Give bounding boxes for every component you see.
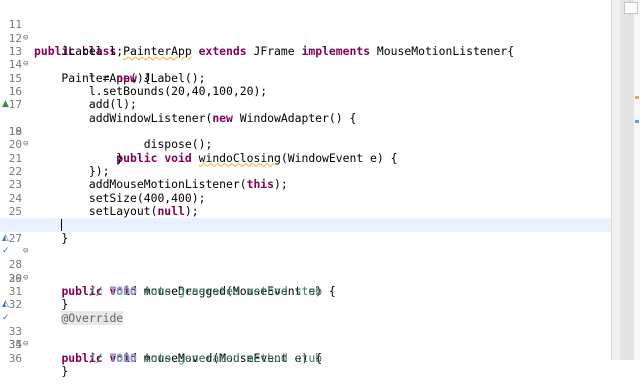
code-editor[interactable]: 11 ⊖ public class PainterApp extends JFr… (0, 0, 640, 378)
code-line-27[interactable]: 27 ⊖ (0, 218, 612, 256)
code-text: } (34, 363, 69, 378)
code-line-28[interactable]: ◭ 28 ⊖ public void mouseDragged(MouseEve… (0, 232, 612, 298)
code-line-32[interactable]: 32 @Override (0, 285, 612, 325)
task-marker[interactable] (635, 120, 639, 123)
code-line-17[interactable]: 17 addWindowListener(new WindowAdapter()… (0, 85, 612, 124)
code-text: // TODO Auto-generated method stub (88, 350, 323, 365)
overview-ruler[interactable] (634, 0, 640, 360)
code-line-33[interactable]: ◭ 33 ⊖ public void mouseMoved(MouseEvent… (0, 298, 612, 365)
code-line-18[interactable]: ▲ 18 ⊖ public void windoClosing(WindowEv… (0, 98, 612, 165)
line-number: 36 (8, 351, 22, 365)
warning-icon[interactable]: ▲ (2, 100, 11, 109)
code-line-26[interactable]: 26 } (0, 205, 612, 244)
code-line-24[interactable]: 24 setLayout(null); (0, 178, 612, 218)
override-icon[interactable]: ◭ (2, 233, 11, 243)
overview-corner-icon[interactable] (624, 2, 638, 14)
code-line-29[interactable]: ✓ 29 // TODO Auto-generated method stub (0, 245, 612, 298)
code-line-23[interactable]: 23 setSize(400,400); (0, 165, 612, 204)
code-line-14[interactable]: 14 l = new JLabel(); (0, 45, 612, 84)
code-line-16[interactable]: 16 add(l); (0, 72, 612, 111)
code-line-25[interactable]: 25 setVisible(true); (0, 192, 612, 231)
code-line-36[interactable]: 36 } (0, 338, 612, 378)
scroll-thumb[interactable] (620, 0, 634, 360)
code-line-11[interactable]: 11 ⊖ public class PainterApp extends JFr… (0, 5, 612, 57)
code-line-35[interactable]: 35 (0, 325, 612, 351)
code-line-31[interactable]: 31 } (0, 272, 612, 311)
override-icon[interactable]: ◭ (2, 300, 11, 309)
code-line-20[interactable]: 20 } (0, 125, 612, 164)
task-icon[interactable]: ✓ (2, 313, 11, 323)
code-line-13[interactable]: 13 ⊖ PainterApp(){ (0, 32, 612, 84)
code-line-22[interactable]: 22 addMouseMotionListener(this); (0, 152, 612, 191)
code-line-12[interactable]: 12 JLabel l; (0, 18, 612, 58)
task-icon[interactable]: ✓ (2, 247, 11, 256)
code-line-30[interactable]: 30 (0, 258, 612, 285)
text-cursor (61, 219, 62, 232)
warning-marker[interactable] (635, 96, 639, 99)
code-line-34[interactable]: ✓ 34 // TODO Auto-generated method stub (0, 312, 612, 364)
code-line-19[interactable]: 19 dispose(); (0, 112, 612, 151)
code-line-15[interactable]: 15 l.setBounds(20,40,100,20); (0, 58, 612, 98)
code-line-21[interactable]: 21 }); (0, 138, 612, 178)
